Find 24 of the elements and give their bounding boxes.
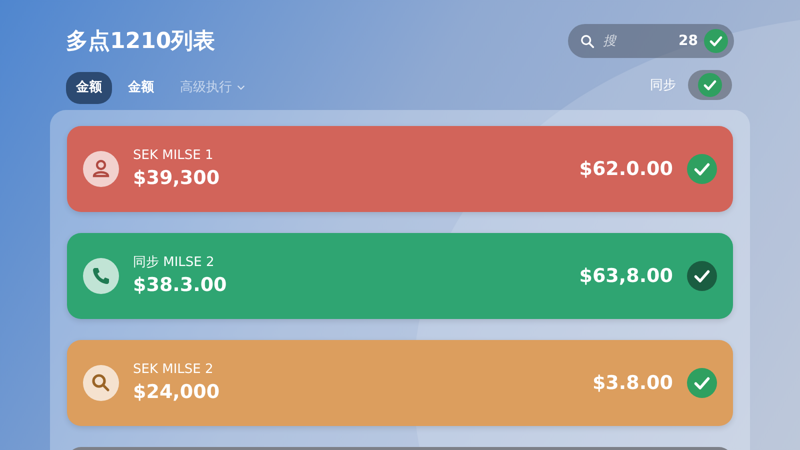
card-total: $62.0.00 bbox=[579, 158, 673, 180]
sync-toggle[interactable] bbox=[688, 70, 732, 100]
tab[interactable]: 高级执行 bbox=[170, 72, 255, 104]
card-name: 同步 MILSE 2 bbox=[133, 254, 216, 272]
list-card[interactable]: SEK MILSE 2 $24,000 $3.8.00 bbox=[67, 340, 733, 426]
card-amount: $39,300 bbox=[133, 166, 221, 191]
card-name: SEK MILSE 2 bbox=[133, 361, 214, 379]
search-icon bbox=[580, 34, 595, 48]
result-count: 28 bbox=[678, 33, 698, 49]
page-title: 多点1210列表 bbox=[66, 28, 216, 56]
person-icon bbox=[83, 151, 119, 187]
phone-icon bbox=[83, 258, 119, 294]
card-amount: $24,000 bbox=[133, 380, 221, 405]
list-card[interactable]: 同步 MILSE 2 $38.3.00 $63,8.00 bbox=[67, 233, 733, 319]
search-field[interactable]: 搜 bbox=[601, 32, 673, 50]
tab[interactable]: 金额 bbox=[118, 72, 164, 104]
card-amount: $38.3.00 bbox=[133, 273, 228, 298]
list-card[interactable]: SEK MILSE 1 $39,300 $62.0.00 bbox=[67, 126, 733, 212]
sync-label: 同步 bbox=[650, 77, 676, 94]
search-icon bbox=[83, 365, 119, 401]
card-total: $63,8.00 bbox=[579, 265, 673, 287]
tab[interactable]: 金额 bbox=[66, 72, 112, 104]
card-name: SEK MILSE 1 bbox=[133, 147, 214, 165]
card-total: $3.8.00 bbox=[592, 372, 673, 394]
